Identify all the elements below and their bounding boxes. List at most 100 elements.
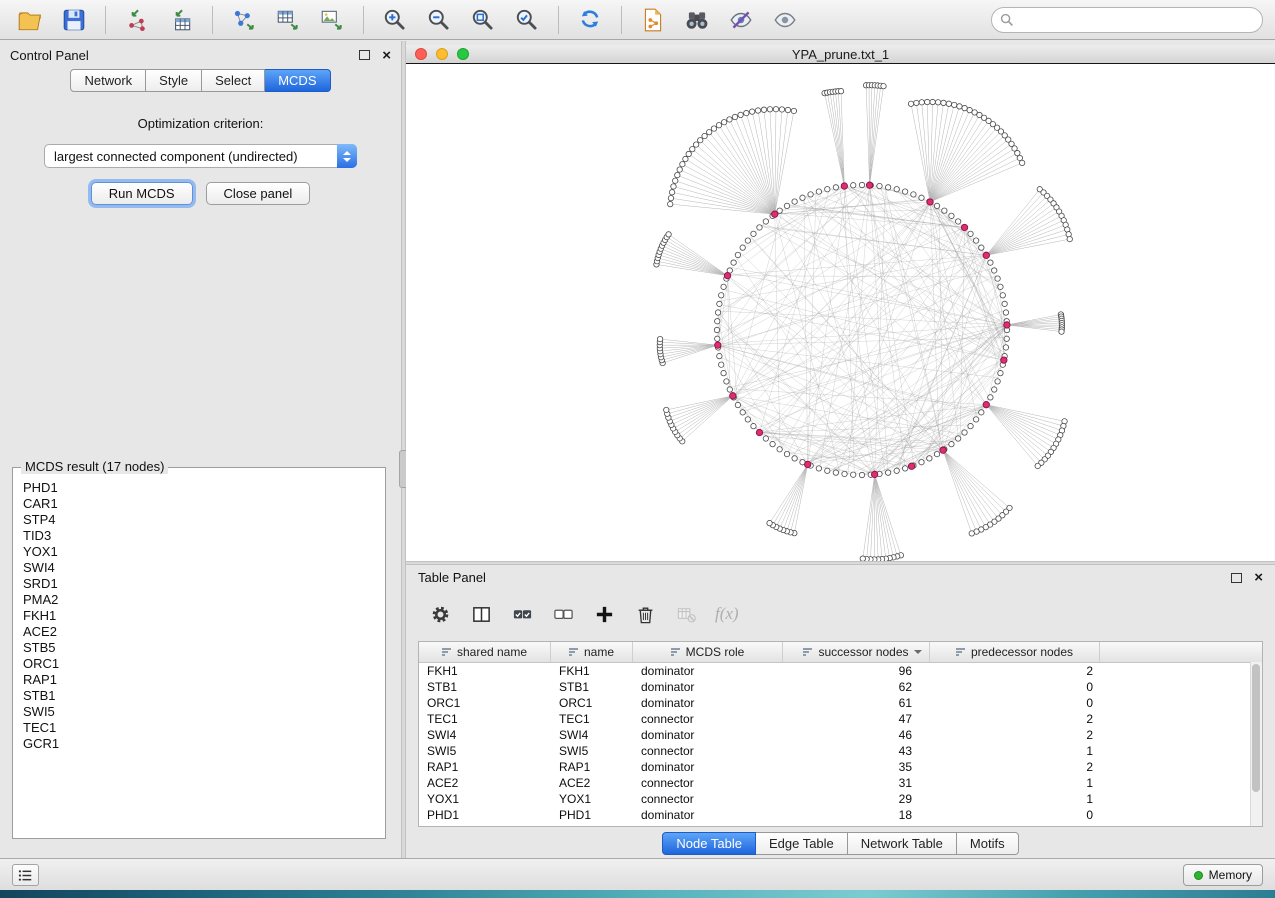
column-type-icon — [956, 648, 965, 656]
close-table-panel-icon[interactable]: × — [1254, 570, 1263, 585]
document-share-icon — [640, 7, 666, 33]
mcds-result-item[interactable]: PHD1 — [23, 480, 384, 496]
table-disabled-icon — [676, 604, 697, 625]
gear-icon — [430, 604, 451, 625]
tab-mcds[interactable]: MCDS — [265, 69, 330, 92]
export-image-button[interactable] — [314, 4, 350, 36]
mcds-result-item[interactable]: STB5 — [23, 640, 384, 656]
mcds-result-item[interactable]: PMA2 — [23, 592, 384, 608]
table-row[interactable]: ORC1ORC1dominator610 — [419, 695, 1262, 711]
toolbar-separator — [212, 6, 213, 34]
refresh-layout-button[interactable] — [572, 4, 608, 36]
table-row[interactable]: TEC1TEC1connector472 — [419, 711, 1262, 727]
mcds-result-item[interactable]: STB1 — [23, 688, 384, 704]
optimization-criterion-select[interactable]: largest connected component (undirected) — [44, 144, 357, 168]
select-all-button[interactable] — [510, 602, 534, 626]
mcds-result-item[interactable]: ACE2 — [23, 624, 384, 640]
mcds-result-item[interactable]: STP4 — [23, 512, 384, 528]
table-row[interactable]: FKH1FKH1dominator962 — [419, 663, 1262, 679]
hide-selected-button[interactable] — [723, 4, 759, 36]
close-panel-icon[interactable]: × — [382, 48, 391, 63]
select-all-icon — [512, 604, 533, 625]
import-table-button[interactable] — [163, 4, 199, 36]
save-floppy-icon — [61, 7, 87, 33]
export-image-icon — [319, 7, 345, 33]
binoculars-icon — [684, 7, 710, 33]
close-panel-button[interactable]: Close panel — [206, 182, 311, 205]
tab-motifs[interactable]: Motifs — [957, 832, 1019, 855]
zoom-fit-button[interactable] — [465, 4, 501, 36]
network-canvas[interactable] — [406, 64, 1275, 561]
split-columns-icon — [471, 604, 492, 625]
run-mcds-button[interactable]: Run MCDS — [91, 182, 193, 205]
float-table-panel-icon[interactable] — [1231, 573, 1242, 583]
deselect-all-button[interactable] — [551, 602, 575, 626]
toolbar-separator — [363, 6, 364, 34]
mcds-result-item[interactable]: GCR1 — [23, 736, 384, 752]
mcds-result-item[interactable]: SRD1 — [23, 576, 384, 592]
window-close-button[interactable] — [415, 48, 427, 60]
float-panel-icon[interactable] — [359, 50, 370, 60]
column-header-successor-nodes[interactable]: successor nodes — [783, 642, 930, 662]
network-graph-svg — [406, 64, 1275, 561]
table-row[interactable]: RAP1RAP1dominator352 — [419, 759, 1262, 775]
table-scrollbar[interactable] — [1250, 662, 1262, 826]
mcds-result-item[interactable]: TEC1 — [23, 720, 384, 736]
column-header-name[interactable]: name — [551, 642, 633, 662]
copy-style-button[interactable] — [635, 4, 671, 36]
new-network-button[interactable] — [226, 4, 262, 36]
import-table-icon — [168, 7, 194, 33]
mcds-result-item[interactable]: ORC1 — [23, 656, 384, 672]
mcds-result-item[interactable]: RAP1 — [23, 672, 384, 688]
zoom-in-button[interactable] — [377, 4, 413, 36]
memory-button[interactable]: Memory — [1183, 864, 1263, 886]
tab-network[interactable]: Network — [70, 69, 146, 92]
mcds-result-item[interactable]: TID3 — [23, 528, 384, 544]
mcds-result-box: MCDS result (17 nodes) PHD1CAR1STP4TID3Y… — [12, 467, 386, 839]
column-header-MCDS-role[interactable]: MCDS role — [633, 642, 783, 662]
table-scrollbar-thumb[interactable] — [1252, 664, 1260, 792]
table-row[interactable]: PHD1PHD1dominator180 — [419, 807, 1262, 823]
table-header-row: shared namenameMCDS rolesuccessor nodesp… — [419, 642, 1262, 663]
mcds-result-list: PHD1CAR1STP4TID3YOX1SWI4SRD1PMA2FKH1ACE2… — [14, 476, 384, 837]
mcds-result-item[interactable]: SWI5 — [23, 704, 384, 720]
first-neighbors-button[interactable] — [679, 4, 715, 36]
column-type-icon — [803, 648, 812, 656]
column-header-predecessor-nodes[interactable]: predecessor nodes — [930, 642, 1100, 662]
open-file-button[interactable] — [12, 4, 48, 36]
mcds-result-item[interactable]: FKH1 — [23, 608, 384, 624]
zoom-in-icon — [382, 7, 408, 33]
tab-network-table[interactable]: Network Table — [848, 832, 957, 855]
add-column-button[interactable] — [592, 602, 616, 626]
table-settings-button[interactable] — [428, 602, 452, 626]
tab-style[interactable]: Style — [146, 69, 202, 92]
status-menu-button[interactable] — [12, 864, 39, 886]
search-input[interactable] — [991, 7, 1263, 33]
export-table-button[interactable] — [270, 4, 306, 36]
tab-select[interactable]: Select — [202, 69, 265, 92]
zoom-out-button[interactable] — [421, 4, 457, 36]
tab-node-table[interactable]: Node Table — [662, 832, 756, 855]
window-minimize-button[interactable] — [436, 48, 448, 60]
split-view-button[interactable] — [469, 602, 493, 626]
table-row[interactable]: ACE2ACE2connector311 — [419, 775, 1262, 791]
mcds-result-item[interactable]: SWI4 — [23, 560, 384, 576]
window-maximize-button[interactable] — [457, 48, 469, 60]
save-session-button[interactable] — [56, 4, 92, 36]
network-view-window: YPA_prune.txt_1 — [406, 45, 1275, 561]
tab-edge-table[interactable]: Edge Table — [756, 832, 848, 855]
control-panel: Control Panel × NetworkStyleSelectMCDS O… — [0, 41, 401, 858]
control-panel-tabs: NetworkStyleSelectMCDS — [0, 69, 401, 92]
mcds-result-item[interactable]: YOX1 — [23, 544, 384, 560]
column-header-shared-name[interactable]: shared name — [419, 642, 551, 662]
function-builder-button: f(x) — [715, 604, 739, 624]
delete-column-button[interactable] — [633, 602, 657, 626]
table-row[interactable]: YOX1YOX1connector291 — [419, 791, 1262, 807]
table-row[interactable]: SWI5SWI5connector431 — [419, 743, 1262, 759]
show-all-button[interactable] — [767, 4, 803, 36]
import-network-button[interactable] — [119, 4, 155, 36]
table-row[interactable]: SWI4SWI4dominator462 — [419, 727, 1262, 743]
mcds-result-item[interactable]: CAR1 — [23, 496, 384, 512]
zoom-selected-button[interactable] — [509, 4, 545, 36]
table-row[interactable]: STB1STB1dominator620 — [419, 679, 1262, 695]
